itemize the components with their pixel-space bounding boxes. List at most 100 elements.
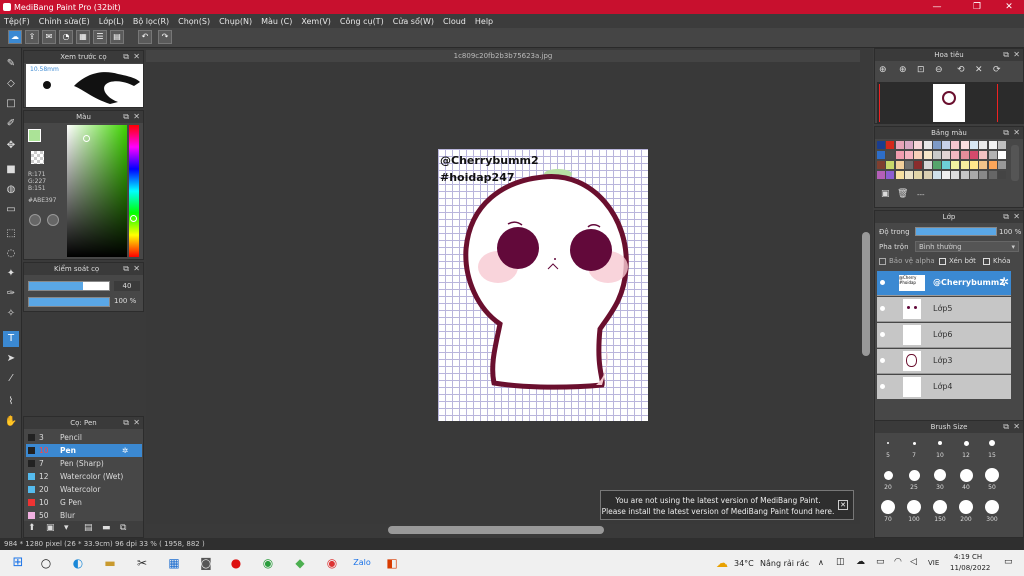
palette-swatch[interactable]	[914, 151, 923, 159]
rotate-right-icon[interactable]: ⟳	[993, 65, 1001, 75]
menu-filter[interactable]: Bộ lọc(R)	[133, 17, 169, 26]
weather-icon[interactable]: ☁	[716, 556, 728, 570]
zalo-icon[interactable]: Zalo	[352, 554, 372, 572]
panel-close-icon[interactable]: ✕	[1013, 49, 1020, 61]
move-tool-icon[interactable]: ✥	[3, 138, 19, 154]
settings-icon[interactable]: ▤	[110, 30, 124, 44]
palette-swatch[interactable]	[951, 161, 960, 169]
rotate-left-icon[interactable]: ⟲	[957, 65, 965, 75]
layer-row-6[interactable]: Lớp6	[877, 323, 1011, 348]
brush-item-pen-sharp[interactable]: 7 Pen (Sharp)	[26, 457, 142, 470]
visibility-eye-icon[interactable]	[880, 332, 885, 337]
brush-size-value[interactable]: 40	[114, 281, 140, 291]
palette-swatch[interactable]	[877, 151, 885, 159]
gradient-tool-icon[interactable]: ▭	[3, 202, 19, 218]
panel-close-icon[interactable]: ✕	[133, 263, 140, 275]
brush-settings-icon[interactable]: ✲	[122, 444, 128, 457]
palette-swatch[interactable]	[951, 151, 960, 159]
new-brush-icon[interactable]: ▣	[46, 523, 55, 533]
layer-row-text[interactable]: @Cherry #hoidap @Cherrybumm2 ✲	[877, 271, 1011, 296]
chrome-profile-icon[interactable]: ◉	[322, 554, 342, 572]
minimize-button[interactable]: —	[922, 0, 952, 14]
palette-swatch[interactable]	[932, 151, 941, 159]
horizontal-scroll-thumb[interactable]	[388, 526, 604, 534]
palette-swatch[interactable]	[960, 171, 969, 179]
undo-icon[interactable]: ↶	[138, 30, 152, 44]
color-history-icon[interactable]	[47, 214, 59, 226]
vertical-scrollbar[interactable]	[860, 62, 872, 524]
search-icon[interactable]: ○	[36, 554, 56, 572]
picker-cursor[interactable]	[83, 135, 90, 142]
volume-icon[interactable]: ◁	[910, 557, 917, 567]
zoom-out-icon[interactable]: ⊖	[935, 65, 943, 75]
panel-close-icon[interactable]: ✕	[1013, 421, 1020, 433]
visibility-eye-icon[interactable]	[880, 358, 885, 363]
brush-size-option[interactable]: 150	[929, 500, 951, 523]
brush-item-blur[interactable]: 50 Blur	[26, 509, 142, 519]
fit-screen-icon[interactable]: ⊡	[917, 65, 925, 75]
menu-select[interactable]: Chọn(S)	[178, 17, 210, 26]
palette-swatch[interactable]	[886, 151, 895, 159]
panel-expand-icon[interactable]: ⧉	[1003, 211, 1009, 223]
notifications-icon[interactable]: ▭	[1004, 557, 1013, 567]
magic-wand-tool-icon[interactable]: ✦	[3, 266, 19, 282]
text-tool-icon[interactable]: T	[3, 331, 19, 347]
visibility-eye-icon[interactable]	[880, 384, 885, 389]
brush-size-option[interactable]: 100	[903, 500, 925, 523]
layer-row-4[interactable]: Lớp4	[877, 375, 1011, 399]
lasso-tool-icon[interactable]: ◌	[3, 246, 19, 262]
palette-swatch[interactable]	[914, 171, 923, 179]
panel-close-icon[interactable]: ✕	[1013, 127, 1020, 139]
tray-app-icon[interactable]: ◫	[836, 557, 845, 567]
palette-swatch[interactable]	[951, 171, 960, 179]
redo-icon[interactable]: ↷	[158, 30, 172, 44]
brush-size-option[interactable]: 5	[877, 436, 899, 459]
palette-swatch[interactable]	[895, 141, 904, 149]
menu-edit[interactable]: Chỉnh sửa(E)	[39, 17, 90, 26]
brush-tool-icon[interactable]: ✎	[3, 56, 19, 72]
wifi-icon[interactable]: ◠	[894, 557, 902, 567]
palette-swatch[interactable]	[942, 141, 951, 149]
operation-tool-icon[interactable]: ➤	[3, 351, 19, 367]
menu-color[interactable]: Màu (C)	[261, 17, 292, 26]
blend-mode-select[interactable]: Bình thường ▾	[915, 241, 1019, 252]
layer-row-3[interactable]: Lớp3	[877, 349, 1011, 374]
notification-close-icon[interactable]: ✕	[838, 500, 848, 510]
fill-rect-tool-icon[interactable]: ■	[3, 162, 19, 178]
visibility-eye-icon[interactable]	[880, 280, 885, 285]
maximize-button[interactable]: ❐	[962, 0, 992, 14]
panel-expand-icon[interactable]: ⧉	[1003, 49, 1009, 61]
palette-swatch[interactable]	[979, 151, 988, 159]
add-color-icon[interactable]: ▣	[881, 189, 890, 199]
palette-swatch[interactable]	[895, 151, 904, 159]
panel-expand-icon[interactable]: ⧉	[1003, 421, 1009, 433]
pen-tool-icon[interactable]: ✐	[3, 116, 19, 132]
upload-icon[interactable]: ⇪	[25, 30, 39, 44]
brush-menu-icon[interactable]: ▾	[64, 523, 69, 533]
color-wheel-icon[interactable]	[29, 214, 41, 226]
palette-swatch[interactable]	[997, 171, 1006, 179]
clock-time[interactable]: 4:19 CH	[954, 553, 982, 561]
palette-swatch[interactable]	[886, 161, 895, 169]
palette-swatch[interactable]	[877, 171, 885, 179]
palette-swatch[interactable]	[970, 171, 978, 179]
palette-swatch[interactable]	[960, 141, 969, 149]
windows-start-icon[interactable]: ⊞	[8, 554, 28, 572]
palette-swatch[interactable]	[988, 151, 997, 159]
palette-menu[interactable]: ---	[917, 191, 925, 199]
panel-expand-icon[interactable]: ⧉	[123, 111, 129, 123]
select-tool-icon[interactable]: ⬚	[3, 226, 19, 242]
palette-swatch[interactable]	[997, 151, 1006, 159]
brush-item-pen[interactable]: 10 Pen ✲	[26, 444, 142, 457]
palette-swatch[interactable]	[970, 161, 978, 169]
palette-swatch[interactable]	[904, 161, 913, 169]
brush-size-slider[interactable]	[28, 281, 110, 291]
saturation-value-picker[interactable]	[67, 125, 127, 257]
tray-chevron-icon[interactable]: ∧	[818, 558, 824, 567]
palette-swatch[interactable]	[932, 161, 941, 169]
palette-swatch[interactable]	[914, 161, 923, 169]
menu-view[interactable]: Xem(V)	[301, 17, 331, 26]
office-icon[interactable]: ◧	[382, 554, 402, 572]
cloud-sync-icon[interactable]: ☁	[856, 557, 865, 567]
palette-swatch[interactable]	[979, 161, 988, 169]
